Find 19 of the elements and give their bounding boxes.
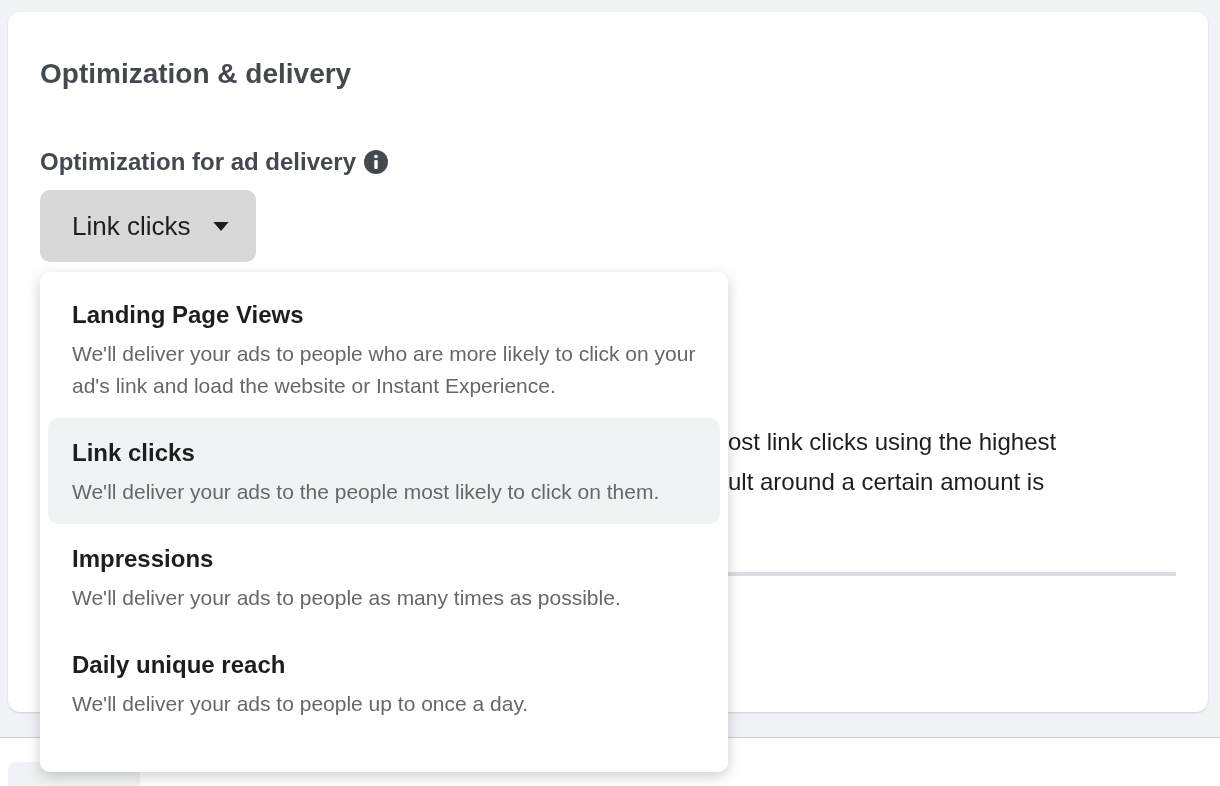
info-icon[interactable] <box>364 150 389 174</box>
option-title: Daily unique reach <box>72 650 287 680</box>
option-description: We'll deliver your ads to the people most likely to click on them. <box>72 479 661 505</box>
option-title: Impressions <box>72 544 215 574</box>
caret-icon <box>212 220 231 232</box>
menu-option[interactable]: Link clicks We'll deliver your ads to the people most likely to click on them. <box>48 418 720 524</box>
option-title: Landing Page Views <box>72 300 305 330</box>
option-title: Link clicks <box>72 438 196 468</box>
option-description: We'll deliver your ads to people as many times as possible. <box>72 585 622 611</box>
section-title: Optimization & delivery <box>40 57 353 91</box>
menu-option[interactable]: Daily unique reach We'll deliver your ads to people up to once a day. <box>48 630 720 736</box>
field-label: Optimization for ad delivery <box>40 147 357 177</box>
menu-option[interactable]: Landing Page Views We'll deliver your ads to people who are more likely to click on your ad's link and load the website or Instant Experience. <box>48 280 720 418</box>
menu-option[interactable]: Impressions We'll deliver your ads to people as many times as possible. <box>48 524 720 630</box>
option-description: We'll deliver your ads to people up to once a day. <box>72 691 530 717</box>
optimization-dropdown[interactable]: Link clicks <box>40 190 257 262</box>
option-description: We'll deliver your ads to people who are more likely to click on your ad's link and load the website or Instant Experience. <box>72 341 696 399</box>
description-text: ult around a certain amount is <box>728 467 1046 497</box>
description-text: ost link clicks using the highest <box>728 427 1057 457</box>
